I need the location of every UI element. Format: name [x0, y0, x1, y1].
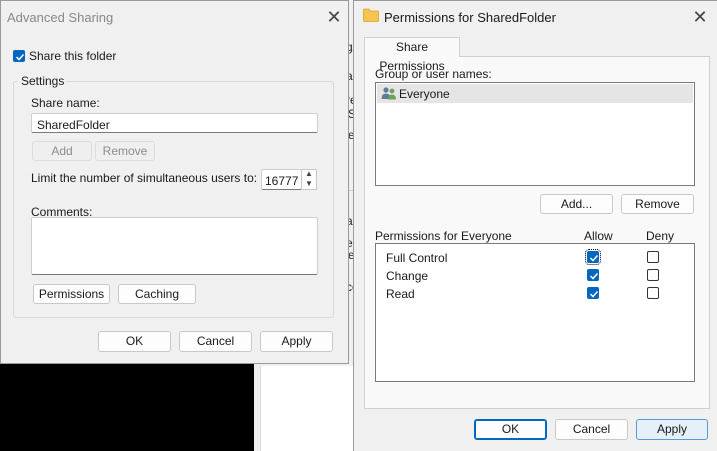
- permissions-for-label: Permissions for Everyone: [375, 229, 512, 243]
- permissions-button[interactable]: Permissions: [33, 284, 110, 304]
- deny-full-control-checkbox[interactable]: [647, 251, 659, 263]
- permission-name: Read: [386, 287, 415, 301]
- deny-read-checkbox[interactable]: [647, 287, 659, 299]
- limit-users-label: Limit the number of simultaneous users t…: [31, 171, 258, 185]
- list-item[interactable]: Everyone: [377, 84, 693, 103]
- comments-textarea[interactable]: [31, 217, 318, 275]
- allow-change-checkbox[interactable]: [587, 269, 599, 281]
- close-icon[interactable]: ✕: [688, 5, 712, 29]
- group-names-label: Group or user names:: [375, 67, 492, 81]
- tab-share-permissions[interactable]: Share Permissions: [364, 37, 460, 73]
- permission-name: Change: [386, 269, 429, 283]
- checkmark-icon: [589, 272, 599, 280]
- allow-header: Allow: [584, 229, 613, 243]
- share-folder-checkbox[interactable]: [13, 50, 25, 62]
- share-name-input[interactable]: SharedFolder: [31, 113, 318, 133]
- advanced-sharing-dialog: Advanced Sharing ✕ Share this folder Set…: [0, 0, 349, 364]
- share-folder-label: Share this folder: [29, 49, 117, 63]
- spin-up-icon[interactable]: ▲: [305, 169, 313, 178]
- permissions-dialog: Permissions for SharedFolder ✕ Share Per…: [353, 0, 717, 451]
- users-icon: [381, 87, 396, 100]
- allow-read-checkbox[interactable]: [587, 287, 599, 299]
- share-name-label: Share name:: [31, 96, 100, 110]
- dialog-title: Permissions for SharedFolder: [384, 10, 556, 25]
- dialog-title: Advanced Sharing: [7, 10, 114, 25]
- add-user-button[interactable]: Add...: [540, 194, 613, 214]
- apply-button[interactable]: Apply: [636, 419, 708, 440]
- cancel-button[interactable]: Cancel: [179, 331, 252, 352]
- user-limit-input[interactable]: 16777: [261, 169, 302, 190]
- folder-icon: [363, 8, 379, 22]
- user-limit-spinner[interactable]: ▲ ▼: [301, 169, 317, 190]
- user-list[interactable]: Everyone: [375, 82, 695, 186]
- settings-group-label: Settings: [18, 74, 68, 88]
- user-name: Everyone: [399, 87, 450, 101]
- spin-down-icon[interactable]: ▼: [305, 179, 313, 188]
- cancel-button[interactable]: Cancel: [555, 419, 628, 440]
- title-bar: Advanced Sharing ✕: [1, 1, 348, 33]
- remove-button[interactable]: Remove: [95, 141, 155, 161]
- deny-header: Deny: [646, 229, 675, 243]
- checkmark-icon: [15, 53, 25, 61]
- checkmark-icon: [589, 254, 599, 262]
- ok-button[interactable]: OK: [98, 331, 171, 352]
- permissions-list: Full Control Change Read: [375, 243, 695, 382]
- add-button[interactable]: Add: [32, 141, 92, 161]
- ok-button[interactable]: OK: [474, 419, 547, 440]
- remove-user-button[interactable]: Remove: [621, 194, 694, 214]
- close-icon[interactable]: ✕: [322, 5, 346, 29]
- permission-name: Full Control: [386, 251, 448, 265]
- allow-full-control-checkbox[interactable]: [585, 249, 601, 265]
- checkmark-icon: [589, 290, 599, 298]
- deny-change-checkbox[interactable]: [647, 269, 659, 281]
- caching-button[interactable]: Caching: [118, 284, 196, 304]
- apply-button[interactable]: Apply: [260, 331, 333, 352]
- title-bar: Permissions for SharedFolder ✕: [354, 1, 717, 33]
